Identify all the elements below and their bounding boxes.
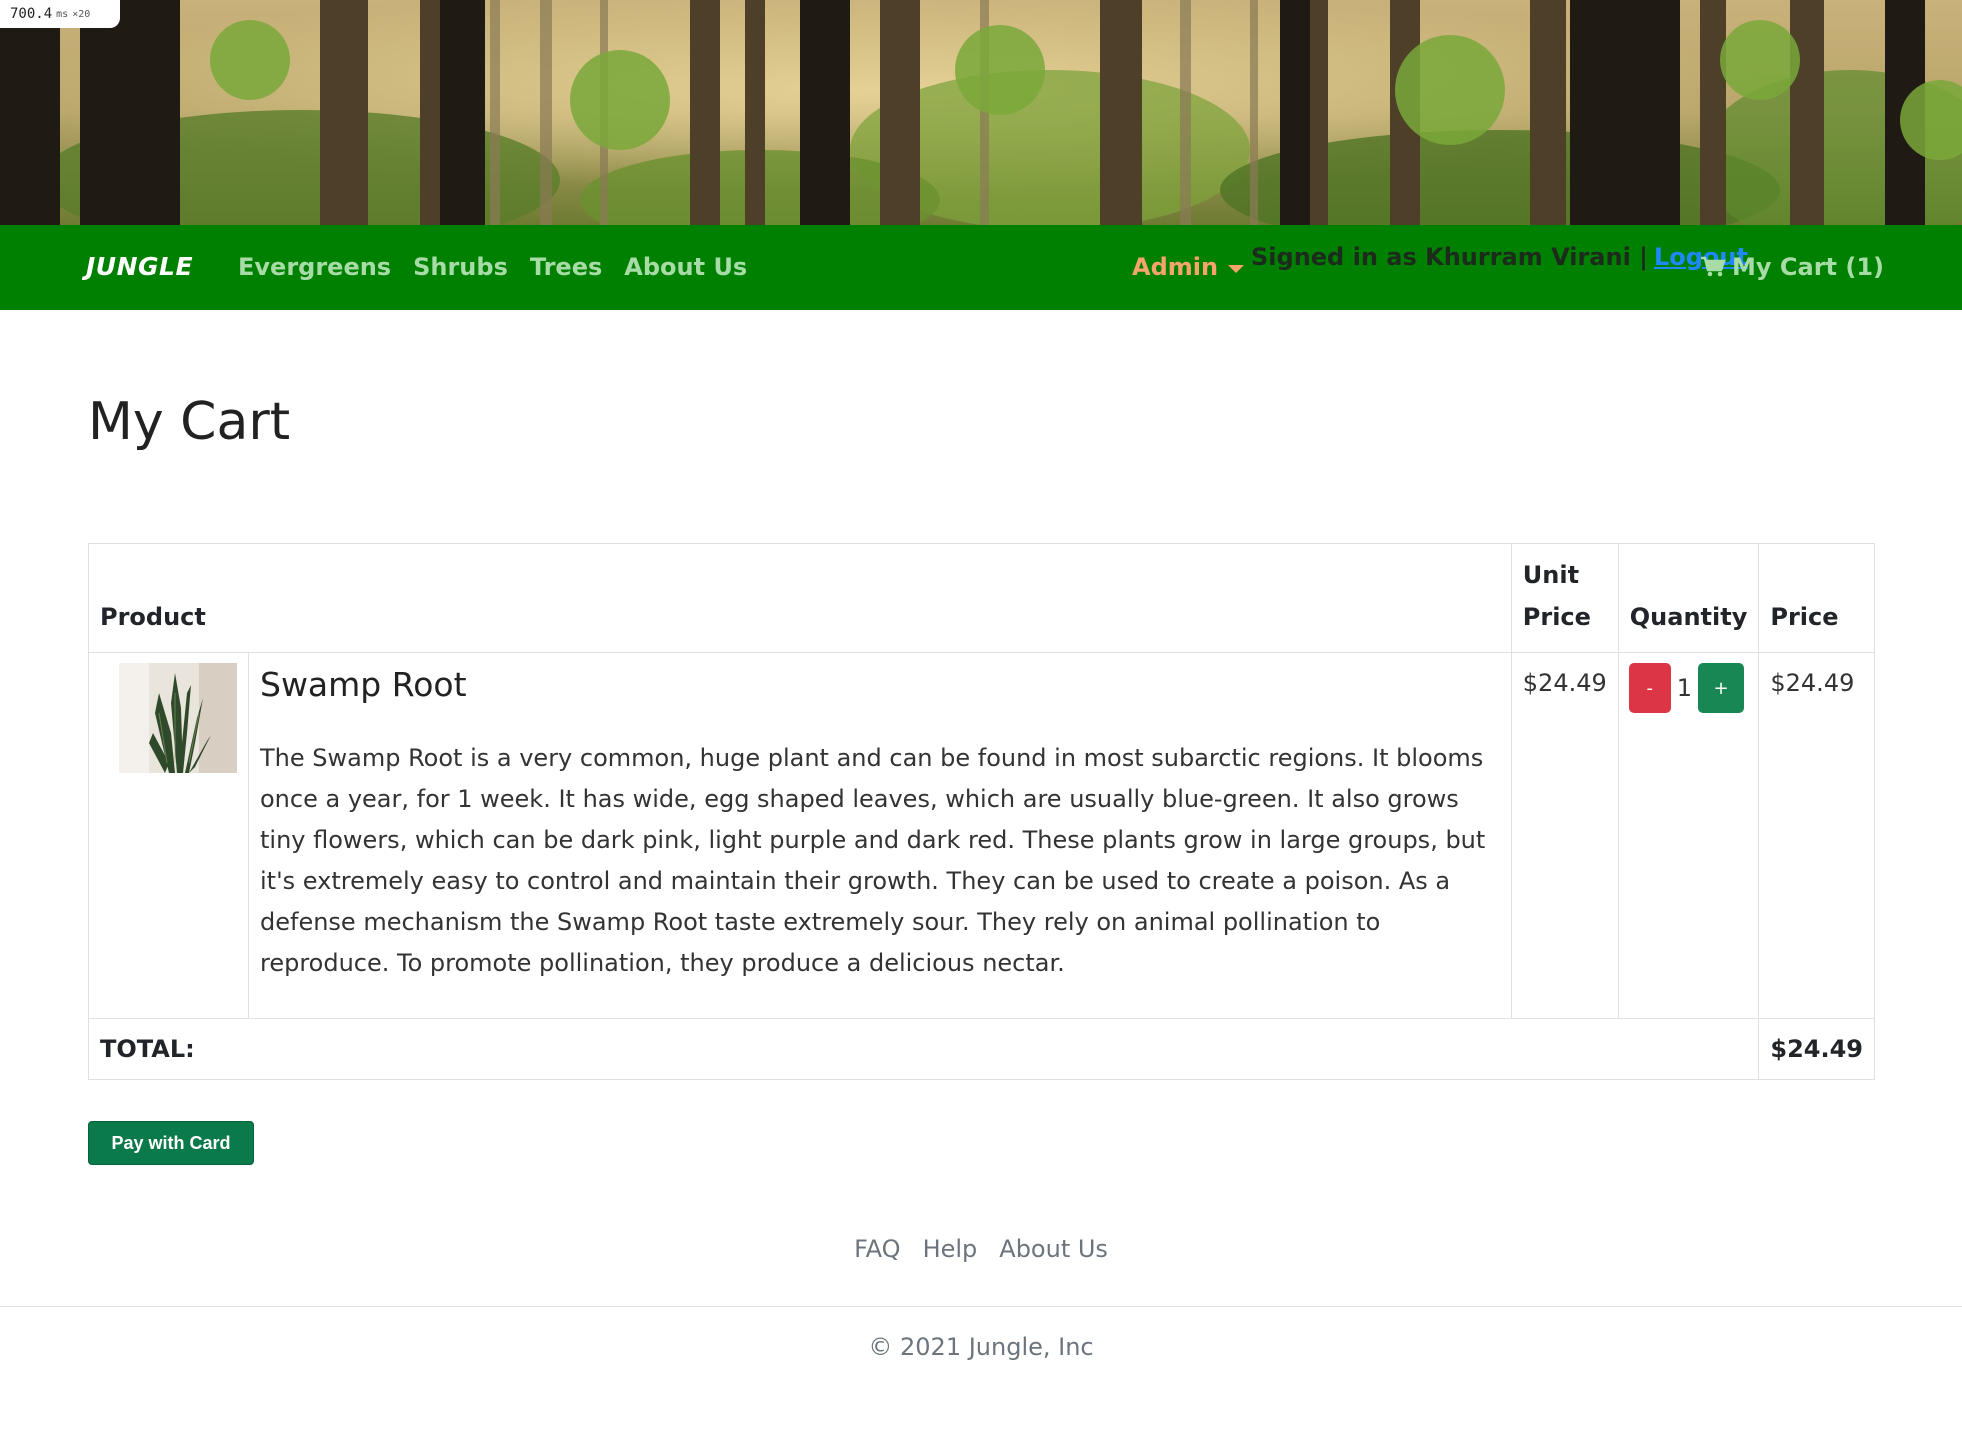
header-unit-price: Unit Price	[1510, 543, 1619, 653]
page-title: My Cart	[88, 392, 291, 452]
total-value: $24.49	[1758, 1018, 1875, 1080]
footer-divider	[0, 1306, 1962, 1307]
nav-link-evergreens[interactable]: Evergreens	[238, 253, 391, 281]
unit-price-value: $24.49	[1510, 652, 1619, 1019]
perf-multiplier: ×20	[72, 8, 91, 20]
copyright-text: © 2021 Jungle, Inc	[868, 1333, 1094, 1361]
header-price: Price	[1758, 543, 1875, 653]
product-name[interactable]: Swamp Root	[260, 665, 1500, 704]
my-cart-link[interactable]: My Cart (1)	[1700, 253, 1884, 281]
navbar: JUNGLE Evergreens Shrubs Trees About Us …	[0, 225, 1962, 310]
product-details-cell: Swamp Root The Swamp Root is a very comm…	[248, 652, 1512, 1019]
footer-link-about-us[interactable]: About Us	[999, 1235, 1108, 1263]
admin-label: Admin	[1132, 253, 1219, 281]
line-price-value: $24.49	[1758, 652, 1875, 1019]
header-quantity: Quantity	[1617, 543, 1760, 653]
product-description: The Swamp Root is a very common, huge pl…	[260, 744, 1486, 977]
my-cart-label: My Cart (1)	[1732, 253, 1884, 281]
footer-link-help[interactable]: Help	[923, 1235, 978, 1263]
perf-unit: ms	[56, 8, 69, 20]
product-thumbnail[interactable]	[119, 663, 237, 773]
forest-banner-image	[0, 0, 1962, 225]
nav-link-trees[interactable]: Trees	[530, 253, 602, 281]
signed-in-text: Signed in as Khurram Virani |	[1251, 243, 1648, 271]
footer-link-faq[interactable]: FAQ	[854, 1235, 901, 1263]
total-label: TOTAL:	[87, 1018, 1760, 1080]
cart-icon	[1701, 256, 1726, 277]
increase-quantity-button[interactable]: +	[1698, 663, 1745, 713]
admin-dropdown[interactable]: Admin	[1132, 253, 1245, 281]
nav-link-about-us[interactable]: About Us	[624, 253, 747, 281]
decrease-quantity-button[interactable]: -	[1628, 663, 1671, 713]
quantity-value: 1	[1676, 674, 1693, 702]
nav-link-shrubs[interactable]: Shrubs	[413, 253, 508, 281]
header-product: Product	[88, 543, 1512, 653]
nav-links: Evergreens Shrubs Trees About Us	[238, 253, 747, 281]
table-header-row: Product Unit Price Quantity Price	[88, 543, 1875, 653]
cart-table: Product Unit Price Quantity Price Swamp …	[87, 543, 1875, 1080]
caret-down-icon	[1228, 264, 1245, 273]
signed-in-status: Signed in as Khurram Virani | Logout	[1251, 243, 1748, 271]
forest-illustration	[0, 0, 1962, 225]
total-row: TOTAL: $24.49	[87, 1018, 1875, 1080]
table-row: Swamp Root The Swamp Root is a very comm…	[88, 652, 1875, 1019]
brand-logo[interactable]: JUNGLE	[86, 252, 193, 281]
product-image-cell	[88, 652, 249, 1019]
perf-time: 700.4	[10, 6, 53, 22]
performance-badge: 700.4 ms ×20	[0, 0, 120, 28]
quantity-stepper: - 1 +	[1617, 652, 1760, 1019]
pay-with-card-button[interactable]: Pay with Card	[88, 1121, 254, 1165]
footer-links: FAQ Help About Us	[0, 1235, 1962, 1263]
